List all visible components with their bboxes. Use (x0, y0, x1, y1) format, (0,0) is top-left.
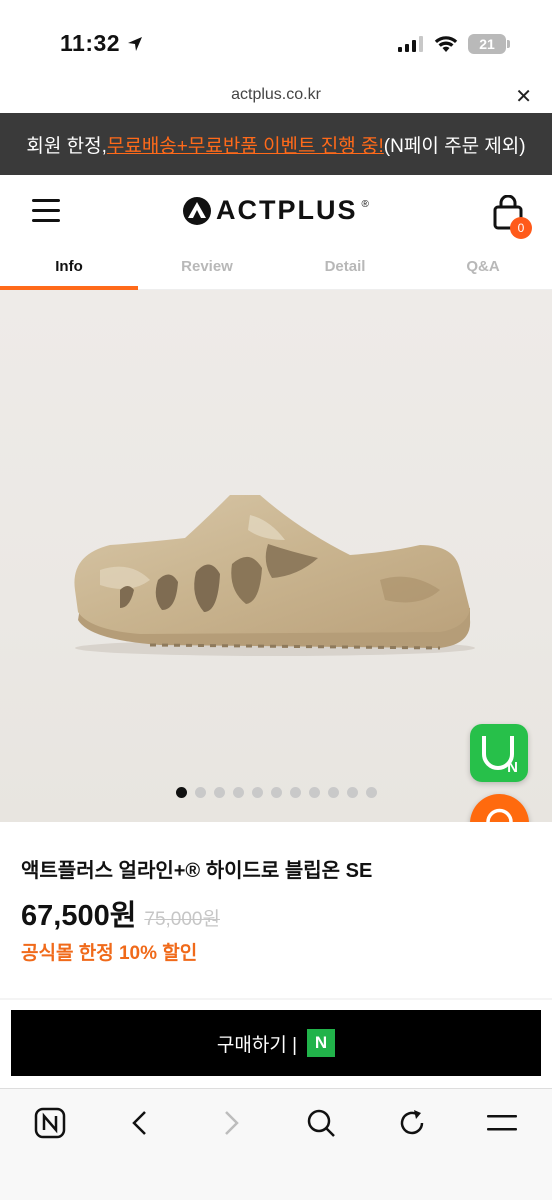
gallery-dot[interactable] (365, 787, 377, 798)
gallery-dot[interactable] (270, 787, 282, 798)
naver-shopping-icon (482, 736, 514, 770)
logo-text: ACTPLUS (216, 195, 358, 225)
reload-icon[interactable] (392, 1103, 432, 1143)
status-time: 11:32 (60, 30, 121, 56)
battery-level: 21 (479, 36, 495, 52)
logo-mark-icon (183, 196, 211, 225)
reload-glyph-icon (400, 1110, 424, 1135)
naver-shopping-button[interactable]: N (470, 724, 528, 782)
site-header: ACTPLUS ® 0 (0, 175, 552, 250)
url-bar[interactable]: actplus.co.kr ✕ (0, 80, 552, 113)
buy-button-label: 구매하기 | (216, 1034, 298, 1056)
gallery-dot[interactable] (194, 787, 206, 798)
search-icon[interactable] (301, 1103, 341, 1143)
discount-text: 공식몰 한정 10% 할인 (21, 943, 198, 964)
tab-info[interactable]: Info (0, 250, 138, 290)
gallery-dot[interactable] (346, 787, 358, 798)
naver-shopping-letter: N (507, 759, 518, 776)
tab-detail[interactable]: Detail (276, 250, 414, 289)
promo-highlight[interactable]: 무료배송+무료반품 이벤트 진행 중! (107, 131, 384, 158)
product-name: 액트플러스 얼라인+® 하이드로 블립온 SE (21, 860, 373, 882)
tab-review[interactable]: Review (138, 250, 276, 289)
gallery-dot[interactable] (213, 787, 225, 798)
gallery-dot[interactable] (308, 787, 320, 798)
gallery-dot[interactable] (175, 787, 187, 798)
cart-icon[interactable]: 0 (492, 194, 532, 239)
original-price: 75,000원 (144, 909, 220, 930)
back-icon[interactable] (120, 1103, 160, 1143)
product-tabs: Info Review Detail Q&A (0, 250, 552, 290)
battery-icon: 21 (468, 34, 510, 54)
naver-pay-badge: N (307, 1029, 336, 1057)
buy-area: 구매하기 | N (0, 1000, 552, 1088)
gallery-dot[interactable] (251, 787, 263, 798)
menu-icon[interactable] (32, 199, 60, 223)
forward-arrow-icon (225, 1111, 239, 1135)
browser-toolbar (0, 1088, 552, 1200)
status-time-wrap: 11:32 (60, 30, 144, 57)
price-row: 67,500원 75,000원 (21, 892, 220, 934)
hamburger-icon[interactable] (482, 1103, 522, 1143)
naver-home-glyph-icon (34, 1107, 66, 1139)
promo-prefix: 회원 한정, (26, 135, 107, 157)
location-arrow-icon (128, 36, 143, 51)
forward-icon[interactable] (211, 1103, 251, 1143)
search-glyph-icon (307, 1109, 335, 1137)
product-info: 액트플러스 얼라인+® 하이드로 블립온 SE 67,500원 75,000원 … (0, 822, 552, 998)
close-icon[interactable]: ✕ (515, 84, 532, 109)
logo-registered: ® (361, 199, 369, 210)
wifi-icon (434, 36, 458, 52)
gallery-dot[interactable] (232, 787, 244, 798)
back-arrow-icon (132, 1111, 146, 1135)
hamburger-glyph-icon (487, 1115, 517, 1131)
naver-home-icon[interactable] (30, 1103, 70, 1143)
sale-price: 67,500원 (21, 900, 137, 932)
tab-qna[interactable]: Q&A (414, 250, 552, 289)
logo[interactable]: ACTPLUS ® (182, 195, 369, 226)
cart-count-badge: 0 (510, 217, 532, 239)
status-bar: 11:32 21 (0, 0, 552, 80)
gallery-dot[interactable] (327, 787, 339, 798)
signal-icon (398, 36, 423, 52)
url-text[interactable]: actplus.co.kr (0, 86, 552, 104)
promo-suffix: (N페이 주문 제외) (383, 135, 526, 157)
promo-banner[interactable]: 회원 한정, 무료배송+무료반품 이벤트 진행 중! (N페이 주문 제외) (0, 113, 552, 175)
status-indicators: 21 (398, 34, 510, 54)
gallery-dot[interactable] (289, 787, 301, 798)
buy-button[interactable]: 구매하기 | N (11, 1010, 541, 1076)
